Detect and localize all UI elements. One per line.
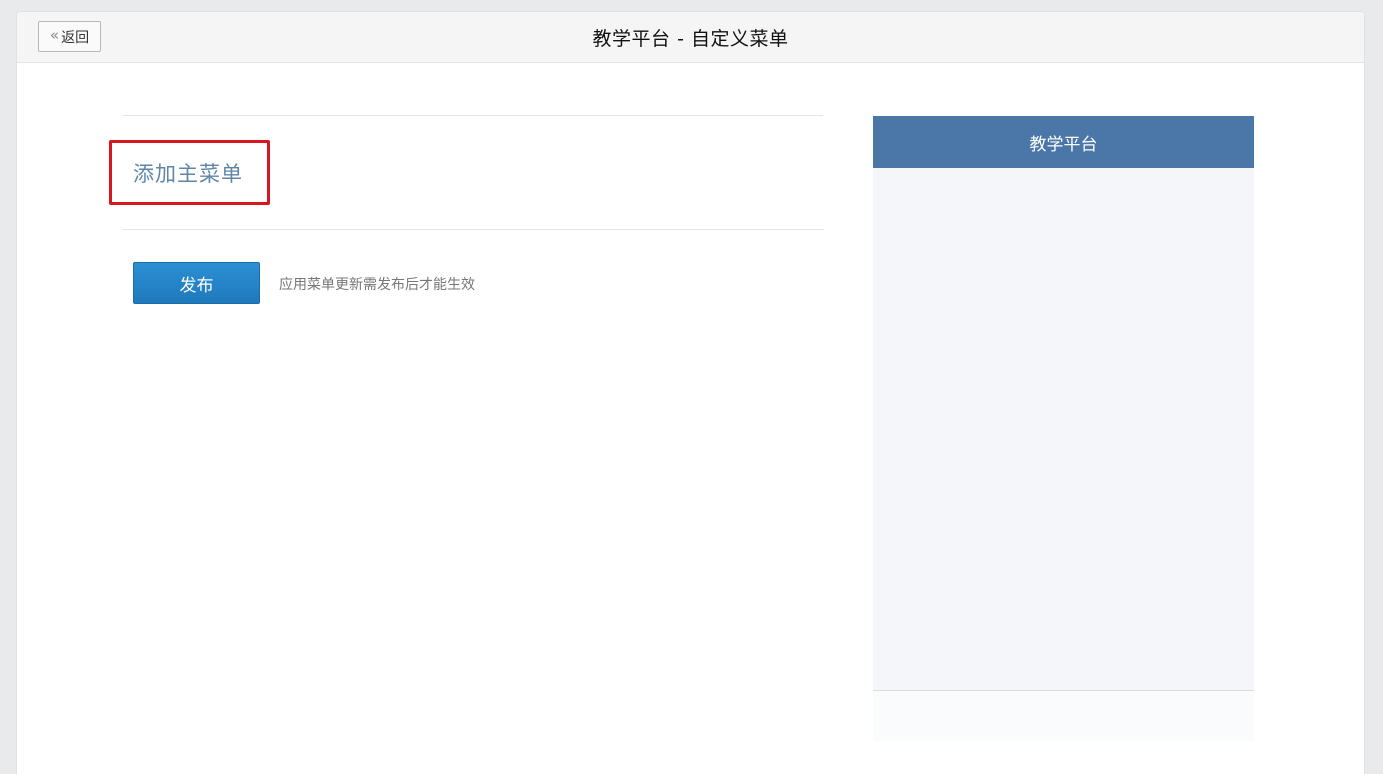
main-card: « 返回 教学平台 - 自定义菜单 添加主菜单 发布 应用菜单更新需发布后才能生… <box>16 11 1365 774</box>
divider-top <box>123 115 823 116</box>
preview-menu-bar <box>873 690 1254 741</box>
divider-bottom <box>123 229 824 230</box>
page-title: 教学平台 - 自定义菜单 <box>592 28 789 50</box>
add-main-menu-link[interactable]: 添加主菜单 <box>133 158 243 188</box>
publish-hint: 应用菜单更新需发布后才能生效 <box>279 277 475 293</box>
publish-button[interactable]: 发布 <box>133 262 260 304</box>
top-bar: « 返回 教学平台 - 自定义菜单 <box>17 12 1364 63</box>
menu-preview-phone: 教学平台 <box>873 116 1254 741</box>
preview-header: 教学平台 <box>873 116 1254 168</box>
